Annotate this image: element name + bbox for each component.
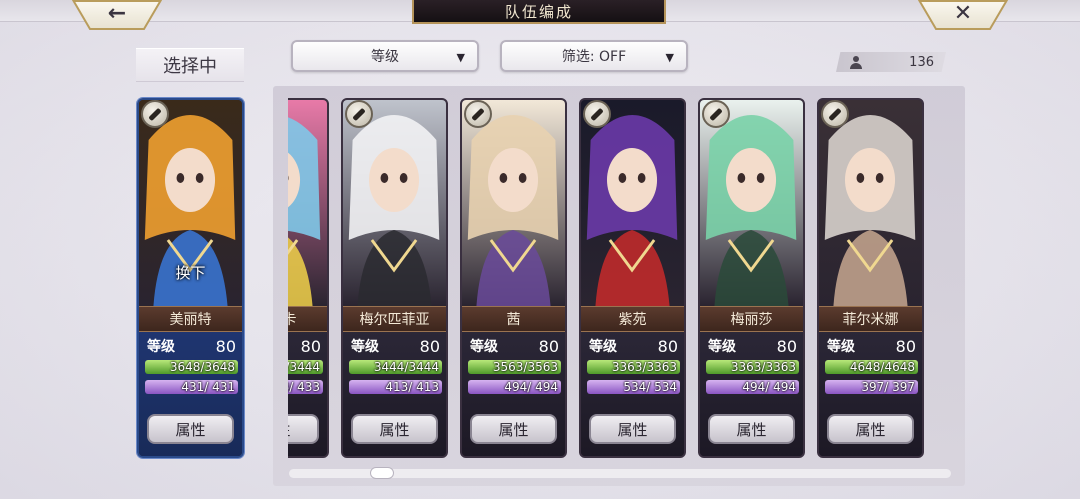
- character-card[interactable]: 娜尔卡级80 444/3444 433/ 433 属性: [288, 98, 329, 458]
- character-name: 娜尔卡: [288, 306, 327, 332]
- character-name: 梅丽莎: [700, 306, 803, 332]
- unit-count: 136: [909, 54, 934, 70]
- character-stats: 等级 80 3648/3648 431/ 431 属性: [139, 332, 242, 456]
- character-portrait: [343, 100, 446, 306]
- lock-icon[interactable]: [821, 100, 849, 128]
- character-name: 美丽特: [139, 306, 242, 332]
- level-row: 等级 80: [827, 336, 916, 356]
- level-row: 等级 80: [147, 336, 236, 356]
- character-stats: 级80 444/3444 433/ 433 属性: [288, 332, 327, 456]
- level-row: 等级 80: [708, 336, 797, 356]
- hp-bar: 3363/3363: [587, 360, 680, 374]
- attributes-button[interactable]: 属性: [589, 414, 676, 444]
- mp-bar: 433/ 433: [288, 380, 323, 394]
- character-name: 茜: [462, 306, 565, 332]
- level-row: 等级 80: [589, 336, 678, 356]
- dropdown-arrow-icon: ▼: [456, 51, 465, 64]
- character-card[interactable]: 菲尔米娜等级 80 4648/4648 397/ 397 属性: [817, 98, 924, 458]
- character-stats: 等级 80 3363/3363 534/ 534 属性: [581, 332, 684, 456]
- character-portrait: [819, 100, 922, 306]
- page-title: 队伍编成: [504, 2, 573, 21]
- attributes-button[interactable]: 属性: [147, 414, 234, 444]
- level-label: 等级: [708, 339, 736, 355]
- close-button[interactable]: ✕: [918, 0, 1008, 30]
- level-label: 等级: [470, 339, 498, 355]
- sort-dropdown-label: 等级: [371, 49, 399, 65]
- sort-dropdown[interactable]: 等级 ▼: [291, 40, 479, 72]
- level-row: 等级 80: [470, 336, 559, 356]
- unit-count-badge: 136: [836, 52, 946, 72]
- character-name: 菲尔米娜: [819, 306, 922, 332]
- back-arrow-icon: ←: [107, 0, 127, 26]
- dropdown-arrow-icon: ▼: [665, 51, 674, 64]
- mp-bar: 534/ 534: [587, 380, 680, 394]
- level-label: 等级: [827, 339, 855, 355]
- level-value: 80: [657, 336, 678, 356]
- lock-icon[interactable]: [583, 100, 611, 128]
- character-name: 紫苑: [581, 306, 684, 332]
- character-portrait: [581, 100, 684, 306]
- person-icon: [850, 55, 862, 69]
- character-stats: 等级 80 3563/3563 494/ 494 属性: [462, 332, 565, 456]
- level-value: 80: [215, 336, 236, 356]
- level-row: 级80: [288, 336, 321, 356]
- character-name: 梅尔匹菲亚: [343, 306, 446, 332]
- character-portrait: [288, 100, 327, 306]
- hp-bar: 3444/3444: [349, 360, 442, 374]
- attributes-button[interactable]: 属性: [470, 414, 557, 444]
- filter-dropdown-label: 筛选: OFF: [561, 49, 627, 65]
- character-portrait: [700, 100, 803, 306]
- level-value: 80: [776, 336, 797, 356]
- character-card[interactable]: 紫苑等级 80 3363/3363 534/ 534 属性: [579, 98, 686, 458]
- back-button[interactable]: ←: [72, 0, 162, 30]
- lock-icon[interactable]: [464, 100, 492, 128]
- hp-bar: 444/3444: [288, 360, 323, 374]
- character-list[interactable]: 娜尔卡级80 444/3444 433/ 433 属性 梅尔匹菲亚等级 80 3444/34…: [288, 98, 958, 460]
- level-value: 80: [419, 336, 440, 356]
- selecting-label: 选择中: [136, 48, 244, 82]
- swap-out-label[interactable]: 换下: [139, 262, 242, 283]
- attributes-button[interactable]: 属性: [351, 414, 438, 444]
- level-value: 80: [300, 336, 321, 356]
- level-row: 等级 80: [351, 336, 440, 356]
- character-stats: 等级 80 3363/3363 494/ 494 属性: [700, 332, 803, 456]
- mp-bar: 431/ 431: [145, 380, 238, 394]
- title-plate: 队伍编成: [412, 0, 666, 24]
- character-card[interactable]: 梅丽莎等级 80 3363/3363 494/ 494 属性: [698, 98, 805, 458]
- hp-bar: 3363/3363: [706, 360, 799, 374]
- close-icon: ✕: [953, 0, 973, 26]
- character-stats: 等级 80 4648/4648 397/ 397 属性: [819, 332, 922, 456]
- attributes-button[interactable]: 属性: [827, 414, 914, 444]
- mp-bar: 397/ 397: [825, 380, 918, 394]
- character-portrait: [462, 100, 565, 306]
- mp-bar: 494/ 494: [468, 380, 561, 394]
- scrollbar-thumb[interactable]: [370, 467, 394, 479]
- lock-icon[interactable]: [345, 100, 373, 128]
- hp-bar: 3563/3563: [468, 360, 561, 374]
- attributes-button[interactable]: 属性: [288, 414, 319, 444]
- hp-bar: 4648/4648: [825, 360, 918, 374]
- level-label: 等级: [147, 339, 175, 355]
- character-stats: 等级 80 3444/3444 413/ 413 属性: [343, 332, 446, 456]
- lock-icon[interactable]: [141, 100, 169, 128]
- level-label: 等级: [351, 339, 379, 355]
- level-value: 80: [538, 336, 559, 356]
- attributes-button[interactable]: 属性: [708, 414, 795, 444]
- filter-dropdown[interactable]: 筛选: OFF ▼: [500, 40, 688, 72]
- character-card[interactable]: 梅尔匹菲亚等级 80 3444/3444 413/ 413 属性: [341, 98, 448, 458]
- selected-character-card[interactable]: 换下 美丽特 等级 80 3648/3648 431/ 431 属性: [137, 98, 244, 458]
- mp-bar: 413/ 413: [349, 380, 442, 394]
- level-value: 80: [895, 336, 916, 356]
- level-label: 等级: [589, 339, 617, 355]
- hp-bar: 3648/3648: [145, 360, 238, 374]
- lock-icon[interactable]: [702, 100, 730, 128]
- mp-bar: 494/ 494: [706, 380, 799, 394]
- character-card[interactable]: 茜等级 80 3563/3563 494/ 494 属性: [460, 98, 567, 458]
